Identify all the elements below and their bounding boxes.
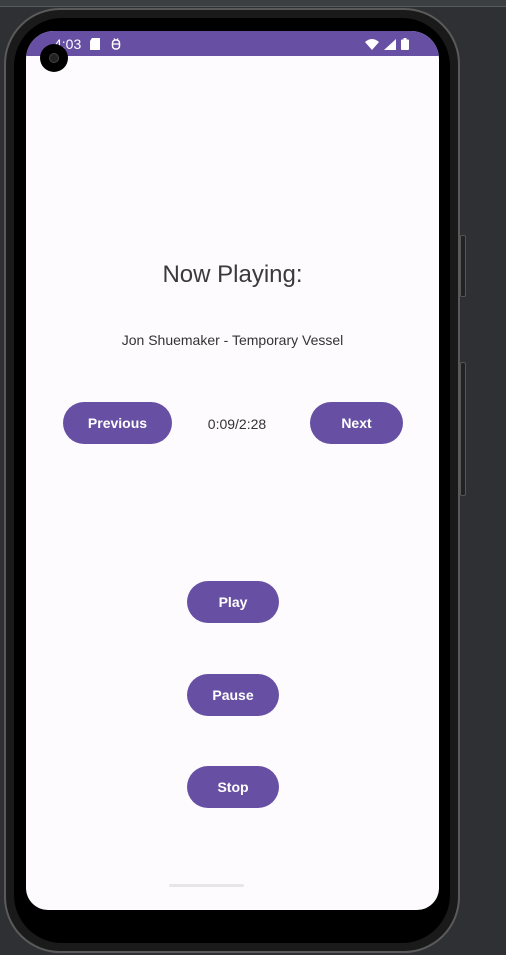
playback-time: 0:09/2:28 [207, 416, 267, 432]
wifi-icon [365, 37, 379, 53]
stop-button[interactable]: Stop [187, 766, 279, 808]
app-screen: 4:03 Now Playing: Jon Shuemaker - Tempor… [26, 31, 439, 910]
next-button[interactable]: Next [310, 402, 403, 444]
previous-button[interactable]: Previous [63, 402, 172, 444]
play-button[interactable]: Play [187, 581, 279, 623]
pause-button[interactable]: Pause [187, 674, 279, 716]
status-right-icons [365, 37, 409, 53]
debug-icon [110, 37, 122, 53]
front-camera [40, 44, 68, 72]
battery-icon [401, 37, 409, 53]
now-playing-heading: Now Playing: [162, 261, 303, 288]
emulator-toolbar-edge [0, 0, 506, 7]
gesture-nav-handle[interactable] [169, 884, 244, 887]
camera-lens [49, 53, 59, 63]
signal-icon [384, 37, 396, 53]
volume-button[interactable] [460, 362, 466, 496]
status-left-icons [90, 37, 122, 53]
status-bar: 4:03 [26, 31, 439, 56]
track-name: Jon Shuemaker - Temporary Vessel [121, 332, 344, 348]
power-button[interactable] [460, 235, 466, 297]
sd-card-icon [90, 37, 100, 53]
